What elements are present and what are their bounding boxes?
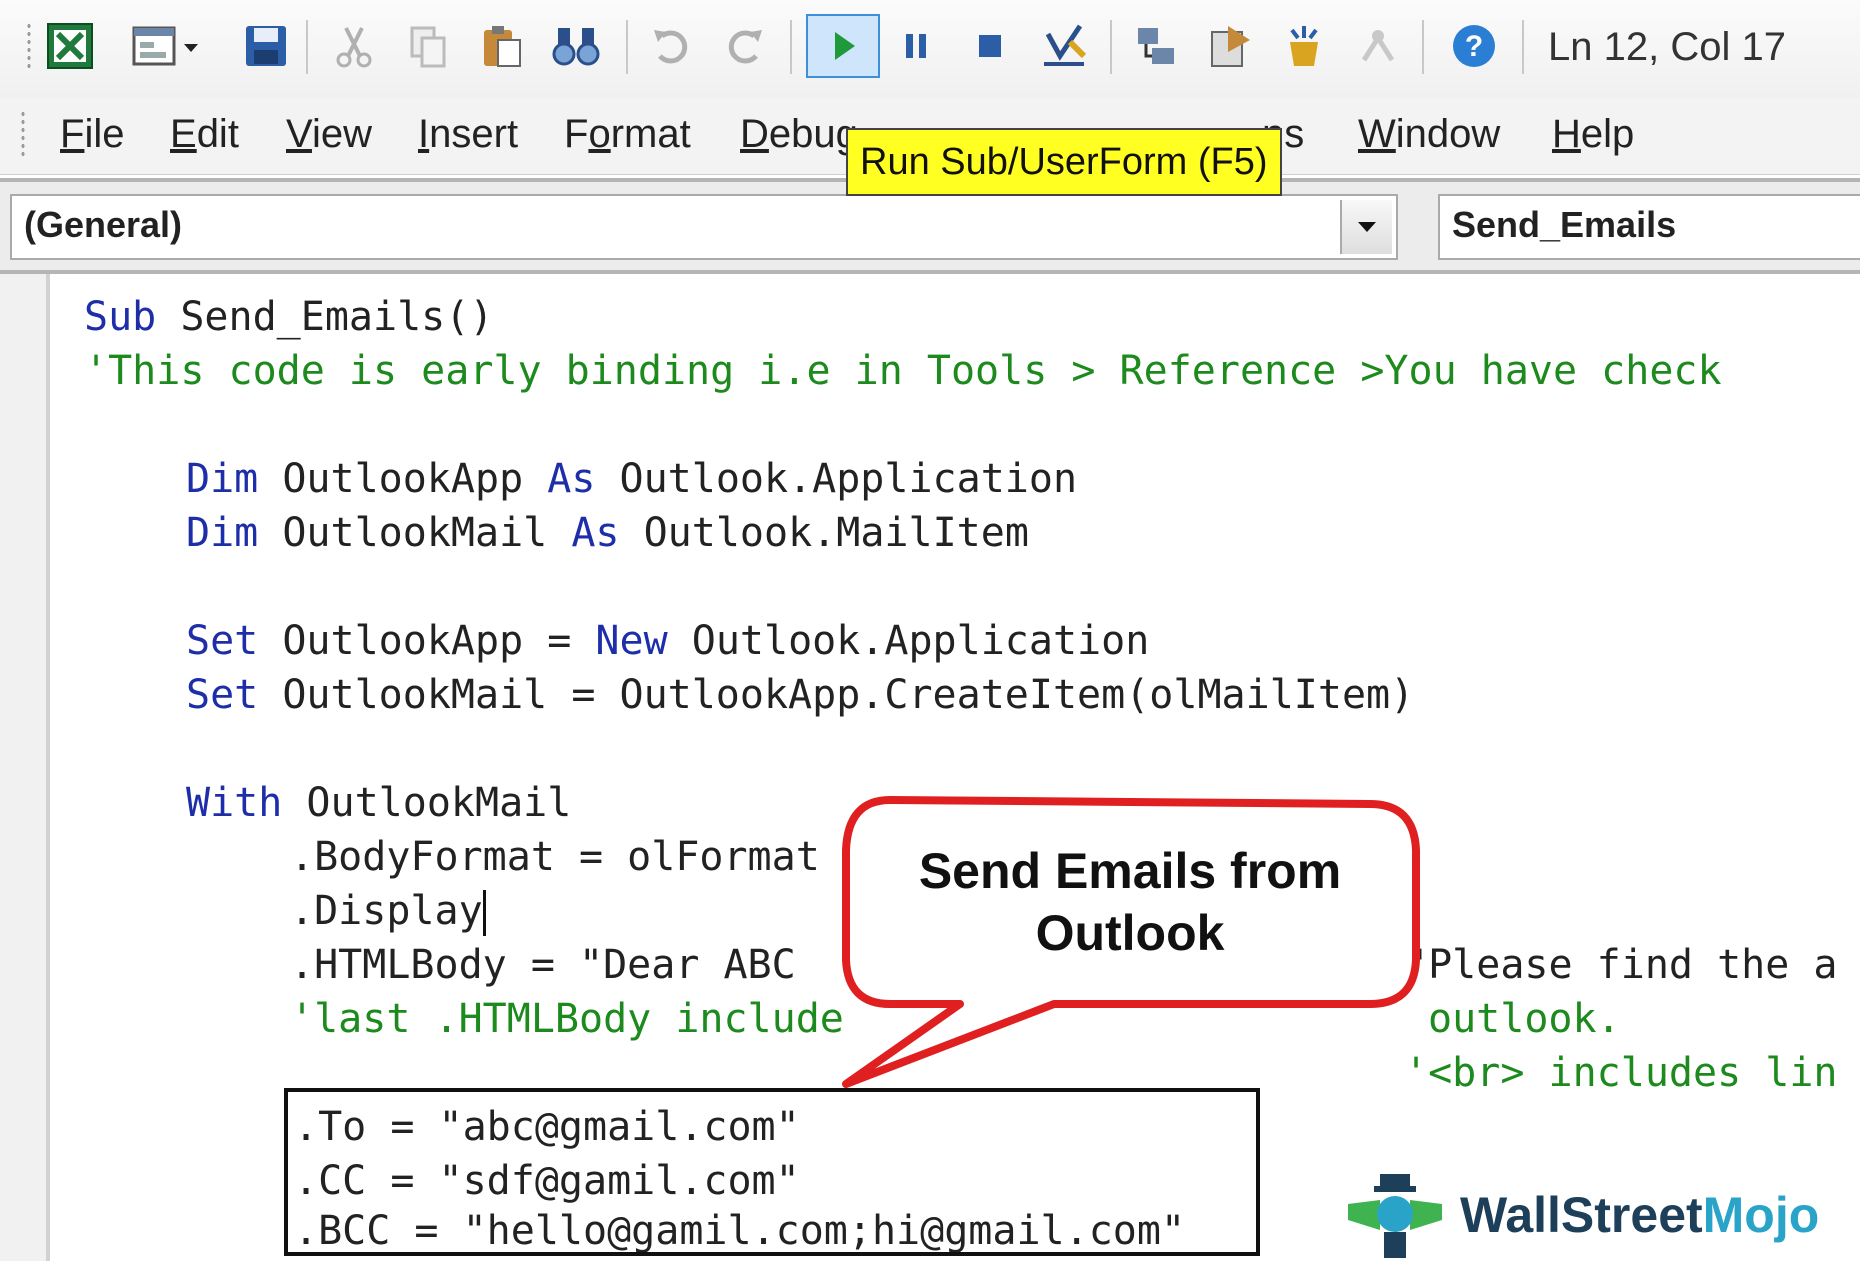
code-line[interactable]: Set OutlookApp = New Outlook.Application <box>186 614 1149 668</box>
toolbar-separator <box>1422 20 1424 74</box>
code-line-comment[interactable]: 'This code is early binding i.e in Tools… <box>84 344 1722 398</box>
excel-icon[interactable] <box>42 18 98 74</box>
toolbar-separator <box>1522 20 1524 74</box>
copy-icon[interactable] <box>400 18 456 74</box>
object-combobox-value: (General) <box>24 204 183 245</box>
menu-file[interactable]: File <box>60 112 124 157</box>
code-line-comment[interactable]: '<br> includes lin <box>1404 1046 1837 1100</box>
code-line[interactable]: With OutlookMail <box>186 776 571 830</box>
margin-indicator-bar[interactable] <box>0 274 50 1261</box>
save-icon[interactable] <box>238 18 294 74</box>
procedure-combobox[interactable]: Send_Emails <box>1438 194 1860 260</box>
email-recipients-highlight-box <box>284 1088 1260 1256</box>
text-cursor <box>482 890 486 936</box>
cursor-position-indicator: Ln 12, Col 17 <box>1548 25 1786 69</box>
toolbar-separator <box>306 20 308 74</box>
help-icon[interactable]: ? <box>1446 18 1502 74</box>
menu-view[interactable]: View <box>286 112 372 157</box>
code-line-comment[interactable]: 'last .HTMLBody include <box>290 992 844 1046</box>
code-line[interactable]: .BodyFormat = olFormat <box>290 830 820 884</box>
menu-insert[interactable]: Insert <box>418 112 518 157</box>
wallstreetmojo-logo: WallStreetMojo <box>1340 1170 1819 1260</box>
menu-debug[interactable]: Debug <box>740 112 858 157</box>
code-line[interactable]: .Display <box>290 884 486 938</box>
code-line[interactable]: .HTMLBody = "Dear ABC <box>290 938 796 992</box>
project-explorer-icon[interactable] <box>1128 18 1184 74</box>
find-icon[interactable] <box>548 18 604 74</box>
code-line[interactable]: Set OutlookMail = OutlookApp.CreateItem(… <box>186 668 1414 722</box>
callout-text: Send Emails from Outlook <box>918 843 1342 961</box>
paste-icon[interactable] <box>474 18 530 74</box>
toolbar-separator <box>790 20 792 74</box>
menu-help[interactable]: Help <box>1552 112 1634 157</box>
code-line-continuation[interactable]: "Please find the a <box>1404 938 1837 992</box>
code-line[interactable]: Sub Send_Emails() <box>84 290 493 344</box>
cut-icon[interactable] <box>326 18 382 74</box>
code-line-comment-continuation[interactable]: outlook. <box>1428 992 1621 1046</box>
undo-icon[interactable] <box>644 18 700 74</box>
code-line[interactable]: Dim OutlookMail As Outlook.MailItem <box>186 506 1029 560</box>
reset-icon[interactable] <box>962 18 1018 74</box>
menu-format[interactable]: Format <box>564 112 691 157</box>
insert-userform-icon[interactable] <box>126 18 182 74</box>
toolbar-separator <box>626 20 628 74</box>
procedure-combobox-value: Send_Emails <box>1452 204 1677 245</box>
chevron-down-icon <box>1358 222 1376 232</box>
dropdown-arrow-icon[interactable] <box>176 18 206 74</box>
logo-mascot-icon <box>1348 1174 1442 1258</box>
object-combobox[interactable]: (General) <box>10 194 1398 260</box>
standard-toolbar: ? Ln 12, Col 17 <box>0 0 1860 98</box>
svg-text:?: ? <box>1465 30 1483 63</box>
menu-window[interactable]: Window <box>1358 112 1500 157</box>
break-icon[interactable] <box>888 18 944 74</box>
menu-edit[interactable]: Edit <box>170 112 239 157</box>
object-browser-icon[interactable] <box>1276 18 1332 74</box>
toolbox-icon[interactable] <box>1350 18 1406 74</box>
properties-window-icon[interactable] <box>1202 18 1258 74</box>
object-combobox-dropdown-button[interactable] <box>1340 200 1392 254</box>
run-tooltip: Run Sub/UserForm (F5) <box>846 128 1282 196</box>
toolbar-grip[interactable] <box>26 22 32 72</box>
code-line[interactable]: Dim OutlookApp As Outlook.Application <box>186 452 1077 506</box>
toolbar-separator <box>1110 20 1112 74</box>
logo-text: WallStreetMojo <box>1460 1187 1820 1243</box>
redo-icon[interactable] <box>716 18 772 74</box>
run-icon[interactable] <box>806 14 880 78</box>
design-mode-icon[interactable] <box>1036 18 1092 74</box>
menubar-grip[interactable] <box>20 110 26 158</box>
